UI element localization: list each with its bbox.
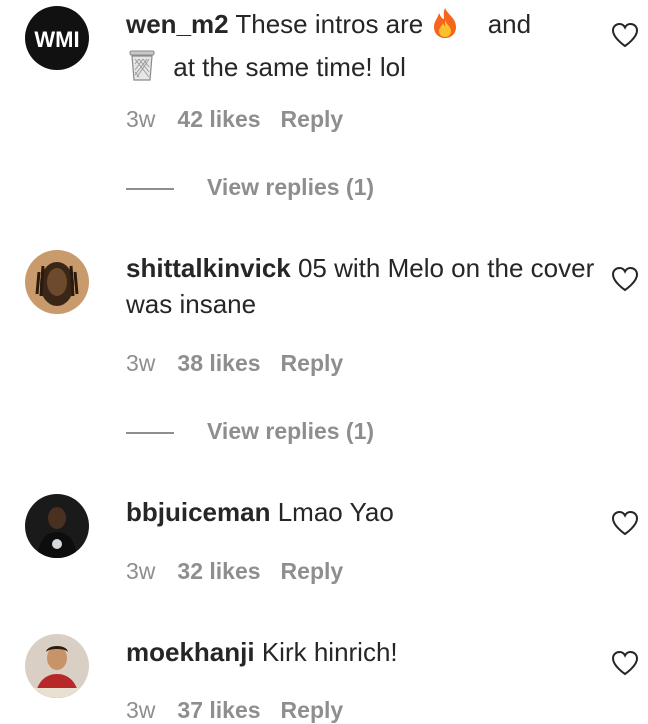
fire-emoji-icon <box>430 7 460 48</box>
view-replies-button[interactable]: View replies (1) <box>126 174 374 201</box>
like-heart-icon[interactable] <box>611 510 639 536</box>
likes-count[interactable]: 37 likes <box>177 697 260 723</box>
comment-body-continued: and <box>487 9 532 39</box>
like-heart-icon[interactable] <box>611 266 639 292</box>
comment-body-end: at the same time! lol <box>173 52 406 82</box>
comment-meta: 3w 32 likes Reply <box>126 558 363 585</box>
comment-text: bbjuiceman Lmao Yao <box>126 494 596 530</box>
comment-age: 3w <box>126 350 156 376</box>
avatar[interactable] <box>25 250 89 314</box>
view-replies-label[interactable]: View replies (1) <box>207 174 374 200</box>
comment-username[interactable]: bbjuiceman <box>126 497 270 527</box>
avatar[interactable] <box>25 634 89 698</box>
comment-body: Kirk hinrich! <box>261 637 398 667</box>
view-replies-label[interactable]: View replies (1) <box>207 418 374 444</box>
comment-text: moekhanji Kirk hinrich! <box>126 634 596 670</box>
comment-meta: 3w 38 likes Reply <box>126 350 363 377</box>
comment-age: 3w <box>126 558 156 584</box>
avatar[interactable] <box>25 494 89 558</box>
reply-button[interactable]: Reply <box>281 558 344 584</box>
comment-age: 3w <box>126 106 156 132</box>
likes-count[interactable]: 32 likes <box>177 558 260 584</box>
comment-body: Lmao Yao <box>277 497 394 527</box>
comment-age: 3w <box>126 697 156 723</box>
likes-count[interactable]: 38 likes <box>177 350 260 376</box>
comment-text: shittalkinvick 05 with Melo on the cover… <box>126 250 596 322</box>
comment-username[interactable]: wen_m2 <box>126 9 229 39</box>
avatar[interactable]: WMI <box>25 6 89 70</box>
reply-button[interactable]: Reply <box>281 106 344 132</box>
comment-body: These intros are <box>235 9 424 39</box>
reply-button[interactable]: Reply <box>281 697 344 723</box>
replies-divider-line <box>126 187 174 190</box>
like-heart-icon[interactable] <box>611 22 639 48</box>
comment-meta: 3w 42 likes Reply <box>126 106 363 133</box>
comment-username[interactable]: shittalkinvick <box>126 253 291 283</box>
comment-username[interactable]: moekhanji <box>126 637 255 667</box>
replies-divider-line <box>126 431 174 434</box>
like-heart-icon[interactable] <box>611 650 639 676</box>
likes-count[interactable]: 42 likes <box>177 106 260 132</box>
view-replies-button[interactable]: View replies (1) <box>126 418 374 445</box>
comment-text: wen_m2 These intros are and at the same … <box>126 6 596 91</box>
avatar-logo-text: WMI <box>34 27 79 52</box>
wastebasket-emoji-icon <box>126 48 158 91</box>
comment-meta: 3w 37 likes Reply <box>126 697 363 724</box>
reply-button[interactable]: Reply <box>281 350 344 376</box>
